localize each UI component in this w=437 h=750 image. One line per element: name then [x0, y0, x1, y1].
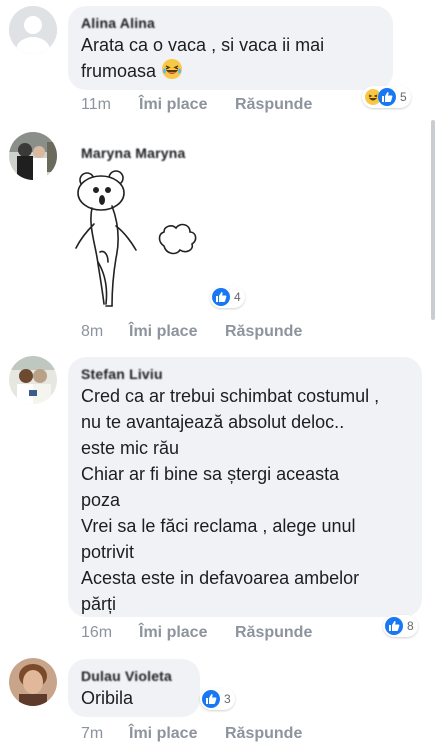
reaction-summary[interactable]: 8	[383, 615, 418, 637]
comment-line: nu te avantajează absolut deloc..	[81, 412, 345, 432]
bear-sticker[interactable]	[70, 166, 200, 316]
profile-photo-icon	[9, 132, 57, 180]
profile-photo-icon	[9, 356, 57, 404]
reply-link[interactable]: Răspunde	[225, 323, 302, 341]
avatar[interactable]	[9, 6, 57, 54]
reaction-summary[interactable]: 4	[210, 286, 245, 308]
reaction-summary[interactable]: 3	[200, 688, 235, 710]
comment-author[interactable]: Stefan Liviu	[81, 365, 409, 383]
comment-line: potrivit	[81, 542, 135, 562]
scrollbar[interactable]	[431, 120, 435, 320]
comment-line: Cred ca ar trebui schimbat costumul ,	[81, 386, 380, 406]
comment-line: poza	[81, 490, 121, 510]
like-link[interactable]: Îmi place	[129, 725, 197, 743]
reply-link[interactable]: Răspunde	[235, 624, 312, 642]
laughing-emoji-icon	[161, 58, 183, 87]
avatar[interactable]	[9, 356, 57, 404]
comment-timestamp[interactable]: 11m	[81, 96, 111, 114]
comment-timestamp[interactable]: 8m	[81, 323, 103, 341]
comment-bubble[interactable]: Alina Alina Arata ca o vaca , si vaca ii…	[68, 6, 393, 90]
comment-bubble[interactable]: Dulau Violeta Oribila	[68, 659, 200, 717]
comment-text: Arata ca o vaca , si vaca ii mai frumoas…	[81, 32, 380, 87]
comment-line: frumoasa	[81, 58, 380, 87]
comment-line: Vrei sa le făci reclama , alege unul	[81, 516, 356, 536]
like-icon	[202, 690, 220, 708]
avatar[interactable]	[9, 658, 57, 706]
like-link[interactable]: Îmi place	[139, 96, 207, 114]
reply-link[interactable]: Răspunde	[225, 725, 302, 743]
comment-bubble[interactable]: Stefan Liviu Cred ca ar trebui schimbat …	[68, 357, 422, 617]
comment-timestamp[interactable]: 7m	[81, 725, 103, 743]
profile-photo-icon	[9, 658, 57, 706]
like-icon	[212, 288, 230, 306]
comment-text: Oribila	[81, 685, 187, 711]
avatar[interactable]	[9, 132, 57, 180]
reaction-count: 8	[407, 619, 414, 633]
reaction-count: 4	[234, 290, 241, 304]
comment-line: Acesta este in defavoarea ambelor	[81, 568, 360, 588]
default-avatar-icon	[9, 6, 57, 54]
like-link[interactable]: Îmi place	[139, 624, 207, 642]
like-icon	[385, 617, 403, 635]
comment-timestamp[interactable]: 16m	[81, 624, 112, 642]
comment-author[interactable]: Alina Alina	[81, 14, 380, 32]
comment-text: Cred ca ar trebui schimbat costumul , nu…	[81, 383, 409, 617]
comment-line: este mic rău	[81, 438, 180, 458]
comment-author[interactable]: Maryna Maryna	[81, 144, 186, 162]
reaction-count: 5	[400, 90, 407, 104]
comment-line: părți	[81, 594, 117, 614]
reply-link[interactable]: Răspunde	[235, 96, 312, 114]
comment-line-text: frumoasa	[81, 61, 157, 81]
like-icon	[378, 88, 396, 106]
reaction-summary[interactable]: 5	[362, 86, 411, 108]
comment-line: Chiar ar fi bine sa ștergi aceasta	[81, 464, 340, 484]
comment-author[interactable]: Dulau Violeta	[81, 667, 187, 685]
like-link[interactable]: Îmi place	[129, 323, 197, 341]
reaction-count: 3	[224, 692, 231, 706]
comment-line: Arata ca o vaca , si vaca ii mai	[81, 35, 325, 55]
comment-line: Oribila	[81, 688, 134, 708]
